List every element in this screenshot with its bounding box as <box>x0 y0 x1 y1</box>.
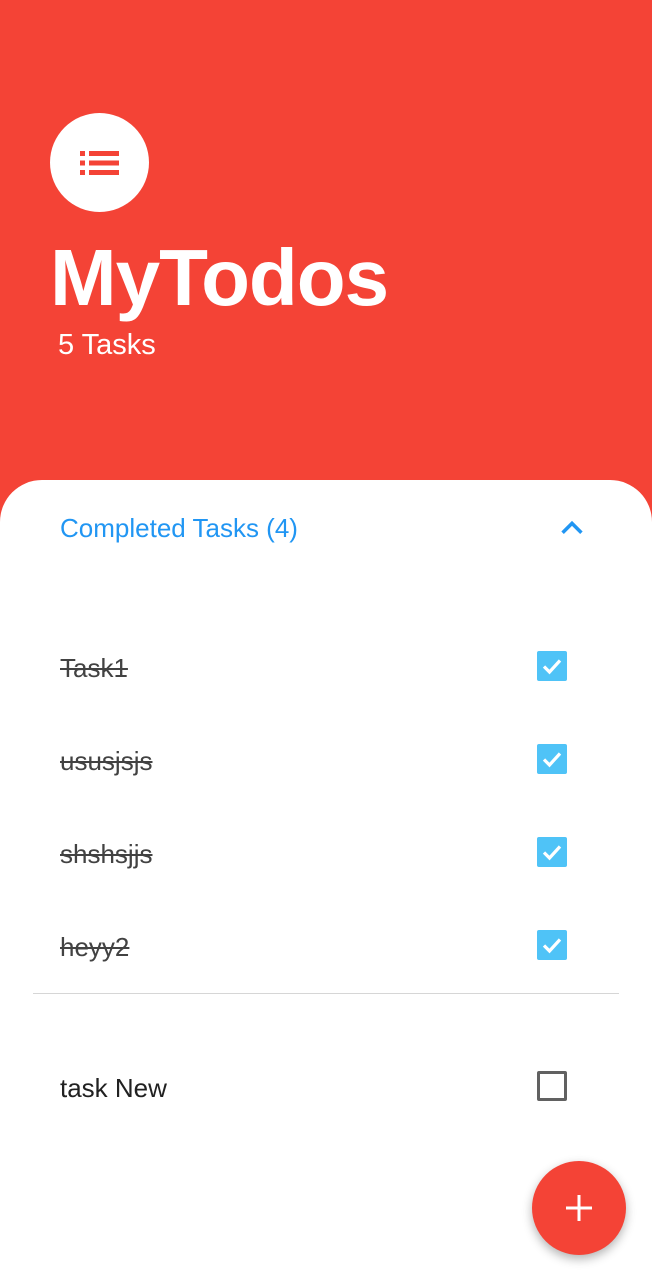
completed-task-row[interactable]: shshsjjs <box>0 813 652 893</box>
task-label: task New <box>60 1073 167 1103</box>
task-checkbox-unchecked[interactable] <box>537 1071 567 1101</box>
task-checkbox-checked[interactable] <box>537 837 567 867</box>
completed-tasks-toggle[interactable]: Completed Tasks (4) <box>0 480 652 576</box>
task-count: 5 Tasks <box>58 329 156 361</box>
list-icon <box>79 150 119 175</box>
check-icon <box>542 845 562 861</box>
pending-task-row[interactable]: task New <box>0 1047 652 1127</box>
task-checkbox-checked[interactable] <box>537 744 567 774</box>
plus-icon <box>566 1195 592 1221</box>
chevron-up-icon <box>561 520 583 534</box>
completed-task-row[interactable]: ususjsjs <box>0 720 652 800</box>
check-icon <box>542 752 562 768</box>
app-title: MyTodos <box>50 233 389 322</box>
app-logo <box>50 113 149 212</box>
task-label: heyy2 <box>60 932 130 962</box>
add-task-button[interactable] <box>532 1161 626 1255</box>
completed-task-row[interactable]: Task1 <box>0 627 652 707</box>
check-icon <box>542 938 562 954</box>
app-screen: MyTodos 5 Tasks Completed Tasks (4) Task… <box>0 0 652 1280</box>
header: MyTodos 5 Tasks <box>0 0 652 520</box>
task-label: shshsjjs <box>60 839 153 869</box>
check-icon <box>542 659 562 675</box>
task-label: ususjsjs <box>60 746 153 776</box>
completed-tasks-title: Completed Tasks (4) <box>60 513 298 543</box>
completed-task-row[interactable]: heyy2 <box>0 906 652 986</box>
task-label: Task1 <box>60 653 128 683</box>
task-sheet: Completed Tasks (4) Task1 ususjsjs shshs <box>0 480 652 1280</box>
task-checkbox-checked[interactable] <box>537 930 567 960</box>
section-divider <box>33 993 619 994</box>
task-checkbox-checked[interactable] <box>537 651 567 681</box>
